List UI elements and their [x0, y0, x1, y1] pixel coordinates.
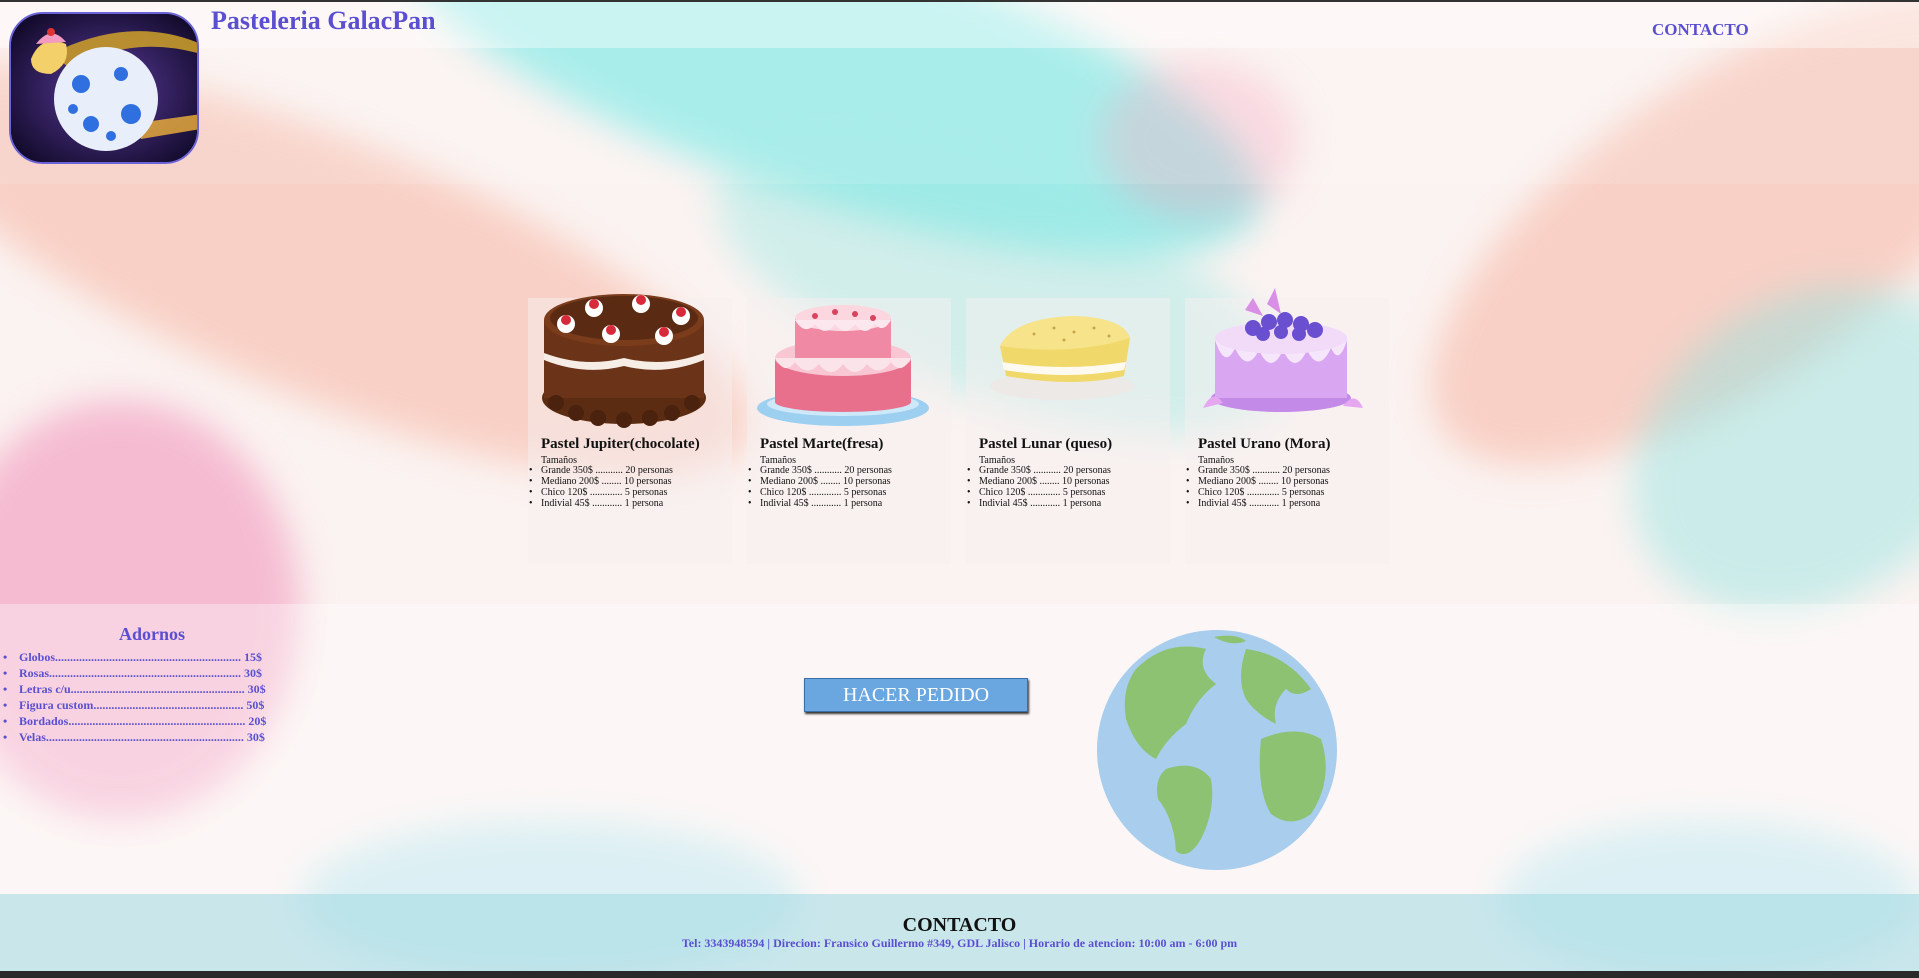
- blueberry-cake-icon: [1203, 288, 1363, 412]
- sizes-list: Grande 350$ ........... 20 personas Medi…: [967, 465, 1111, 509]
- list-item: Grande 350$ ........... 20 personas: [529, 465, 673, 476]
- list-item: Grande 350$ ........... 20 personas: [748, 465, 892, 476]
- list-item: Chico 120$ ............. 5 personas: [967, 487, 1111, 498]
- list-item: Velas...................................…: [3, 729, 266, 745]
- list-item: Chico 120$ ............. 5 personas: [529, 487, 673, 498]
- list-item: Chico 120$ ............. 5 personas: [1186, 487, 1330, 498]
- order-button[interactable]: HACER PEDIDO: [804, 678, 1028, 712]
- list-item: Mediano 200$ ........ 10 personas: [748, 476, 892, 487]
- strawberry-cake-icon: [757, 305, 929, 426]
- list-item: Letras c/u..............................…: [3, 681, 266, 697]
- mid-band: [0, 604, 1919, 894]
- nav-contact-link[interactable]: CONTACTO: [1652, 20, 1749, 40]
- cake-card-marte[interactable]: Pastel Marte(fresa) Tamaños Grande 350$ …: [747, 298, 951, 564]
- list-item: Grande 350$ ........... 20 personas: [967, 465, 1111, 476]
- list-item: Rosas...................................…: [3, 665, 266, 681]
- window-bottom-bar: [0, 971, 1919, 978]
- list-item: Grande 350$ ........... 20 personas: [1186, 465, 1330, 476]
- adornos-title: Adornos: [119, 624, 186, 644]
- nav-band: [0, 48, 1919, 184]
- list-item: Mediano 200$ ........ 10 personas: [967, 476, 1111, 487]
- list-item: Indivial 45$ ............ 1 persona: [967, 498, 1111, 509]
- list-item: Mediano 200$ ........ 10 personas: [1186, 476, 1330, 487]
- cake-name: Pastel Jupiter(chocolate): [541, 436, 700, 452]
- list-item: Indivial 45$ ............ 1 persona: [529, 498, 673, 509]
- cake-card-urano[interactable]: Pastel Urano (Mora) Tamaños Grande 350$ …: [1185, 288, 1389, 564]
- sizes-list: Grande 350$ ........... 20 personas Medi…: [529, 465, 673, 509]
- footer-contact-info: Tel: 3343948594 | Direcion: Fransico Gui…: [681, 936, 1238, 950]
- globe-icon: [1097, 630, 1337, 870]
- cake-card-lunar[interactable]: Pastel Lunar (queso) Tamaños Grande 350$…: [966, 298, 1170, 564]
- list-item: Mediano 200$ ........ 10 personas: [529, 476, 673, 487]
- footer: CONTACTO Tel: 3343948594 | Direcion: Fra…: [0, 894, 1919, 971]
- list-item: Bordados................................…: [3, 713, 266, 729]
- cake-name: Pastel Marte(fresa): [760, 436, 884, 452]
- brand-title: Pasteleria GalacPan: [211, 6, 436, 35]
- sizes-list: Grande 350$ ........... 20 personas Medi…: [748, 465, 892, 509]
- cake-name: Pastel Urano (Mora): [1198, 436, 1331, 452]
- cake-card-jupiter[interactable]: Pastel Jupiter(chocolate) Tamaños Grande…: [528, 294, 732, 564]
- footer-title: CONTACTO: [902, 914, 1017, 936]
- cake-name: Pastel Lunar (queso): [979, 436, 1113, 452]
- list-item: Globos..................................…: [3, 649, 266, 665]
- logo[interactable]: [9, 12, 199, 164]
- list-item: Figura custom...........................…: [3, 697, 266, 713]
- logo-galaxy-icon: [11, 14, 197, 162]
- chocolate-cake-icon: [542, 294, 706, 428]
- adornos-list: Globos..................................…: [3, 649, 266, 745]
- sizes-list: Grande 350$ ........... 20 personas Medi…: [1186, 465, 1330, 509]
- list-item: Chico 120$ ............. 5 personas: [748, 487, 892, 498]
- cheesecake-icon: [990, 316, 1134, 400]
- list-item: Indivial 45$ ............ 1 persona: [748, 498, 892, 509]
- list-item: Indivial 45$ ............ 1 persona: [1186, 498, 1330, 509]
